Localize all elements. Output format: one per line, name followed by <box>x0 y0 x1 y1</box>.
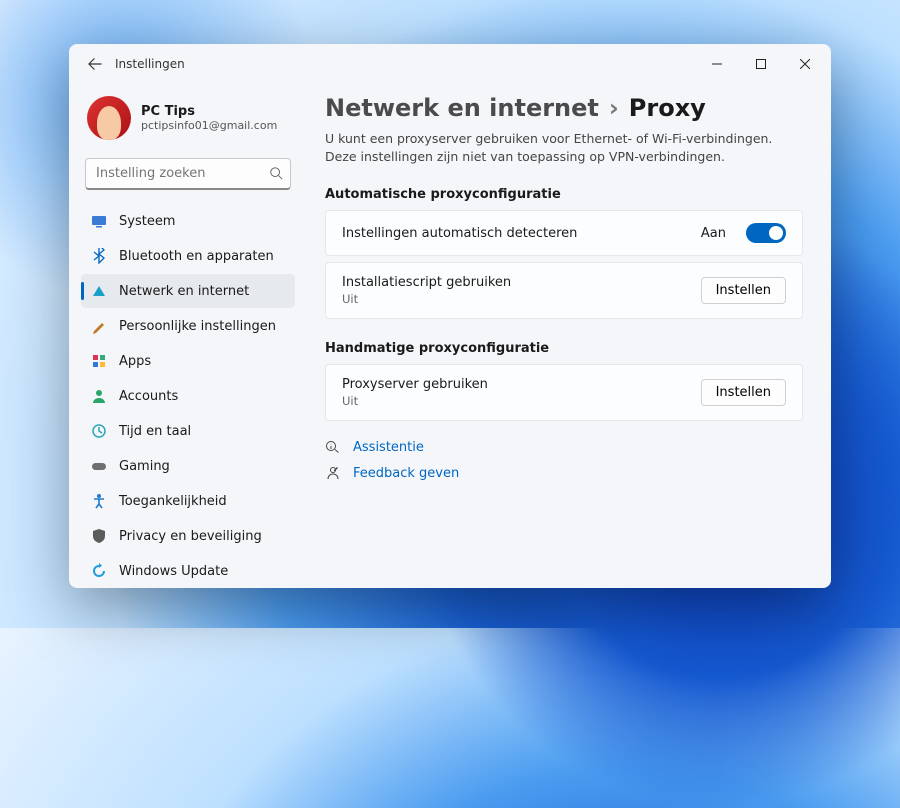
arrow-left-icon <box>88 57 102 71</box>
sidebar-item-gaming[interactable]: Gaming <box>81 449 295 483</box>
sidebar-item-label: Apps <box>119 354 151 369</box>
gamepad-icon <box>91 458 107 474</box>
footer-links: Assistentie Feedback geven <box>325 439 803 481</box>
sidebar-item-label: Bluetooth en apparaten <box>119 249 274 264</box>
sidebar-item-apps[interactable]: Apps <box>81 344 295 378</box>
wifi-icon <box>91 283 107 299</box>
help-icon <box>325 439 341 455</box>
close-button[interactable] <box>783 48 827 80</box>
profile-block[interactable]: PC Tips pctipsinfo01@gmail.com <box>81 88 295 152</box>
maximize-button[interactable] <box>739 48 783 80</box>
accessibility-icon <box>91 493 107 509</box>
sidebar-item-label: Windows Update <box>119 564 228 579</box>
chevron-right-icon: › <box>609 94 619 122</box>
shield-icon <box>91 528 107 544</box>
auto-detect-card: Instellingen automatisch detecteren Aan <box>325 210 803 256</box>
brush-icon <box>91 318 107 334</box>
setup-script-button[interactable]: Instellen <box>701 277 786 304</box>
sidebar-item-accounts[interactable]: Accounts <box>81 379 295 413</box>
help-link[interactable]: Assistentie <box>325 439 803 455</box>
auto-detect-state: Aan <box>701 226 726 241</box>
back-button[interactable] <box>83 52 107 76</box>
breadcrumb: Netwerk en internet › Proxy <box>325 94 803 122</box>
display-icon <box>91 213 107 229</box>
sidebar-item-label: Netwerk en internet <box>119 284 249 299</box>
manual-proxy-button[interactable]: Instellen <box>701 379 786 406</box>
sidebar-item-label: Accounts <box>119 389 178 404</box>
sidebar-item-label: Systeem <box>119 214 175 229</box>
section-manual-title: Handmatige proxyconfiguratie <box>325 341 803 356</box>
profile-email: pctipsinfo01@gmail.com <box>141 119 277 132</box>
person-icon <box>91 388 107 404</box>
manual-proxy-label: Proxyserver gebruiken <box>342 377 685 392</box>
apps-icon <box>91 353 107 369</box>
sidebar-item-persoonlijke-instellingen[interactable]: Persoonlijke instellingen <box>81 309 295 343</box>
bluetooth-icon <box>91 248 107 264</box>
sidebar-item-windows-update[interactable]: Windows Update <box>81 554 295 588</box>
setup-script-status: Uit <box>342 292 685 306</box>
feedback-icon <box>325 465 341 481</box>
sidebar: PC Tips pctipsinfo01@gmail.com Systeem Bl… <box>69 84 305 588</box>
sidebar-item-systeem[interactable]: Systeem <box>81 204 295 238</box>
settings-window: Instellingen PC Tips pctipsinfo01@gmail.… <box>69 44 831 588</box>
setup-script-card: Installatiescript gebruiken Uit Instelle… <box>325 262 803 319</box>
sidebar-item-label: Persoonlijke instellingen <box>119 319 276 334</box>
feedback-link[interactable]: Feedback geven <box>325 465 803 481</box>
search-box <box>85 158 291 190</box>
search-input[interactable] <box>85 158 291 190</box>
sidebar-item-label: Gaming <box>119 459 170 474</box>
manual-proxy-status: Uit <box>342 394 685 408</box>
window-controls <box>695 48 827 80</box>
sidebar-item-tijd-en-taal[interactable]: Tijd en taal <box>81 414 295 448</box>
sidebar-item-toegankelijkheid[interactable]: Toegankelijkheid <box>81 484 295 518</box>
sidebar-item-label: Tijd en taal <box>119 424 191 439</box>
help-link-label: Assistentie <box>353 440 424 455</box>
sidebar-item-netwerk-en-internet[interactable]: Netwerk en internet <box>81 274 295 308</box>
main-content: Netwerk en internet › Proxy U kunt een p… <box>305 84 831 588</box>
section-auto-title: Automatische proxyconfiguratie <box>325 187 803 202</box>
sidebar-item-bluetooth-en-apparaten[interactable]: Bluetooth en apparaten <box>81 239 295 273</box>
search-icon <box>269 165 283 184</box>
breadcrumb-current: Proxy <box>629 94 706 122</box>
page-description: U kunt een proxyserver gebruiken voor Et… <box>325 130 803 165</box>
sidebar-item-label: Privacy en beveiliging <box>119 529 262 544</box>
sidebar-item-label: Toegankelijkheid <box>119 494 227 509</box>
minimize-icon <box>712 59 722 69</box>
breadcrumb-parent[interactable]: Netwerk en internet <box>325 94 599 122</box>
avatar <box>87 96 131 140</box>
close-icon <box>800 59 810 69</box>
auto-detect-label: Instellingen automatisch detecteren <box>342 226 685 241</box>
window-title: Instellingen <box>115 57 185 71</box>
maximize-icon <box>756 59 766 69</box>
sidebar-item-privacy-en-beveiliging[interactable]: Privacy en beveiliging <box>81 519 295 553</box>
profile-name: PC Tips <box>141 104 277 119</box>
setup-script-label: Installatiescript gebruiken <box>342 275 685 290</box>
update-icon <box>91 563 107 579</box>
auto-detect-toggle[interactable] <box>746 223 786 243</box>
sidebar-nav: Systeem Bluetooth en apparaten Netwerk en … <box>81 204 295 588</box>
clock-icon <box>91 423 107 439</box>
minimize-button[interactable] <box>695 48 739 80</box>
feedback-link-label: Feedback geven <box>353 466 459 481</box>
titlebar: Instellingen <box>69 44 831 84</box>
manual-proxy-card: Proxyserver gebruiken Uit Instellen <box>325 364 803 421</box>
